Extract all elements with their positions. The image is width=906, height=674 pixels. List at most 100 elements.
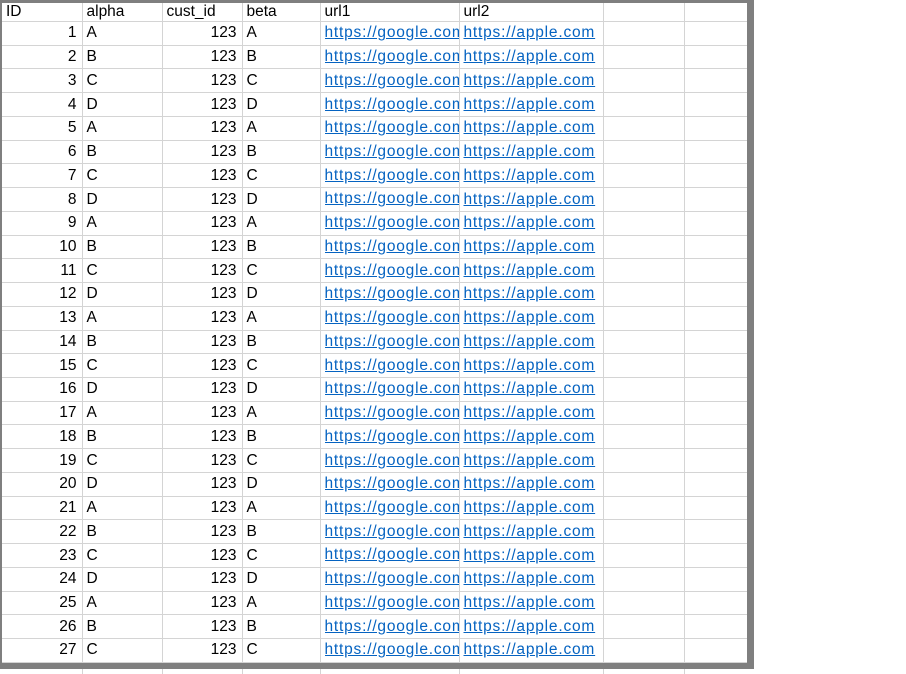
cell-cust-id[interactable]: 123: [162, 615, 242, 639]
cell-empty-1[interactable]: [603, 188, 684, 212]
cell-id[interactable]: 16: [2, 378, 82, 402]
url2-link[interactable]: https://apple.com: [464, 214, 596, 231]
cell-empty-2[interactable]: [684, 354, 747, 378]
cell-alpha[interactable]: A: [82, 211, 162, 235]
column-header-empty-1[interactable]: [603, 3, 684, 22]
url1-link[interactable]: https://google.com: [325, 238, 459, 256]
cell-url1[interactable]: https://google.com: [320, 188, 459, 212]
cell-cust-id[interactable]: 123: [162, 45, 242, 69]
cell-url1[interactable]: https://google.com: [320, 93, 459, 117]
cell-empty-2[interactable]: [684, 449, 747, 473]
cell-alpha[interactable]: A: [82, 306, 162, 330]
cell-id[interactable]: 11: [2, 259, 82, 283]
cell-url2[interactable]: https://apple.com: [459, 306, 603, 330]
cell-alpha[interactable]: B: [82, 45, 162, 69]
cell-beta[interactable]: A: [242, 306, 320, 330]
cell-id[interactable]: 27: [2, 639, 82, 663]
cell-url1[interactable]: https://google.com: [320, 306, 459, 330]
url2-link[interactable]: https://apple.com: [464, 48, 596, 65]
cell-id[interactable]: 26: [2, 615, 82, 639]
cell-beta[interactable]: D: [242, 188, 320, 212]
cell-empty-2[interactable]: [684, 544, 747, 568]
cell-cust-id[interactable]: 123: [162, 330, 242, 354]
url2-link[interactable]: https://apple.com: [464, 285, 596, 302]
cell-beta[interactable]: A: [242, 401, 320, 425]
cell-url2[interactable]: https://apple.com: [459, 211, 603, 235]
cell-beta[interactable]: D: [242, 472, 320, 496]
url2-link[interactable]: https://apple.com: [464, 119, 596, 136]
cell-url2[interactable]: https://apple.com: [459, 69, 603, 93]
cell-alpha[interactable]: A: [82, 22, 162, 46]
cell-url1[interactable]: https://google.com: [320, 472, 459, 496]
cell-alpha[interactable]: D: [82, 93, 162, 117]
cell-cust-id[interactable]: 123: [162, 259, 242, 283]
url1-link[interactable]: https://google.com: [325, 618, 459, 636]
cell-url2[interactable]: https://apple.com: [459, 472, 603, 496]
url1-link[interactable]: https://google.com: [325, 214, 459, 232]
cell-url1[interactable]: https://google.com: [320, 401, 459, 425]
url1-link[interactable]: https://google.com: [325, 428, 459, 446]
cell-url2[interactable]: https://apple.com: [459, 188, 603, 212]
cell-beta[interactable]: C: [242, 639, 320, 663]
cell-empty-1[interactable]: [603, 472, 684, 496]
cell-url2[interactable]: https://apple.com: [459, 567, 603, 591]
cell-empty-1[interactable]: [603, 259, 684, 283]
cell-alpha[interactable]: B: [82, 425, 162, 449]
url1-link[interactable]: https://google.com: [325, 285, 459, 303]
cell-empty-1[interactable]: [603, 496, 684, 520]
cell-empty-2[interactable]: [684, 235, 747, 259]
cell-id[interactable]: 2: [2, 45, 82, 69]
cell-url2[interactable]: https://apple.com: [459, 235, 603, 259]
cell-url1[interactable]: https://google.com: [320, 354, 459, 378]
cell-cust-id[interactable]: 123: [162, 425, 242, 449]
cell-url1[interactable]: https://google.com: [320, 496, 459, 520]
cell-beta[interactable]: C: [242, 449, 320, 473]
cell-cust-id[interactable]: 123: [162, 211, 242, 235]
url2-link[interactable]: https://apple.com: [464, 428, 596, 445]
column-header-url1[interactable]: url1: [320, 3, 459, 22]
url2-link[interactable]: https://apple.com: [464, 143, 596, 160]
url1-link[interactable]: https://google.com: [325, 167, 459, 185]
cell-empty-1[interactable]: [603, 45, 684, 69]
cell-beta[interactable]: D: [242, 567, 320, 591]
cell-id[interactable]: 8: [2, 188, 82, 212]
cell-alpha[interactable]: D: [82, 283, 162, 307]
url2-link[interactable]: https://apple.com: [464, 380, 596, 397]
cell-cust-id[interactable]: 123: [162, 235, 242, 259]
cell-id[interactable]: 4: [2, 93, 82, 117]
cell-beta[interactable]: B: [242, 140, 320, 164]
cell-empty-2[interactable]: [684, 425, 747, 449]
cell-empty-2[interactable]: [684, 567, 747, 591]
cell-alpha[interactable]: A: [82, 496, 162, 520]
cell-url2[interactable]: https://apple.com: [459, 401, 603, 425]
url2-link[interactable]: https://apple.com: [464, 309, 596, 326]
cell-id[interactable]: 19: [2, 449, 82, 473]
cell-empty-2[interactable]: [684, 615, 747, 639]
cell-empty-1[interactable]: [603, 235, 684, 259]
cell-url1[interactable]: https://google.com: [320, 283, 459, 307]
cell-id[interactable]: 23: [2, 544, 82, 568]
cell-id[interactable]: 18: [2, 425, 82, 449]
cell-cust-id[interactable]: 123: [162, 401, 242, 425]
cell-beta[interactable]: B: [242, 235, 320, 259]
cell-url2[interactable]: https://apple.com: [459, 496, 603, 520]
cell-empty-1[interactable]: [603, 354, 684, 378]
url2-link[interactable]: https://apple.com: [464, 262, 596, 279]
cell-empty-1[interactable]: [603, 93, 684, 117]
cell-cust-id[interactable]: 123: [162, 140, 242, 164]
cell-empty-1[interactable]: [603, 639, 684, 663]
cell-empty-1[interactable]: [603, 449, 684, 473]
cell-empty-1[interactable]: [603, 116, 684, 140]
cell-cust-id[interactable]: 123: [162, 188, 242, 212]
cell-beta[interactable]: A: [242, 591, 320, 615]
cell-empty-2[interactable]: [684, 330, 747, 354]
url1-link[interactable]: https://google.com: [325, 143, 459, 161]
column-header-alpha[interactable]: alpha: [82, 3, 162, 22]
cell-url1[interactable]: https://google.com: [320, 22, 459, 46]
url1-link[interactable]: https://google.com: [325, 190, 459, 208]
url2-link[interactable]: https://apple.com: [464, 594, 596, 611]
cell-id[interactable]: 10: [2, 235, 82, 259]
cell-beta[interactable]: B: [242, 425, 320, 449]
cell-url1[interactable]: https://google.com: [320, 449, 459, 473]
cell-empty-2[interactable]: [684, 164, 747, 188]
